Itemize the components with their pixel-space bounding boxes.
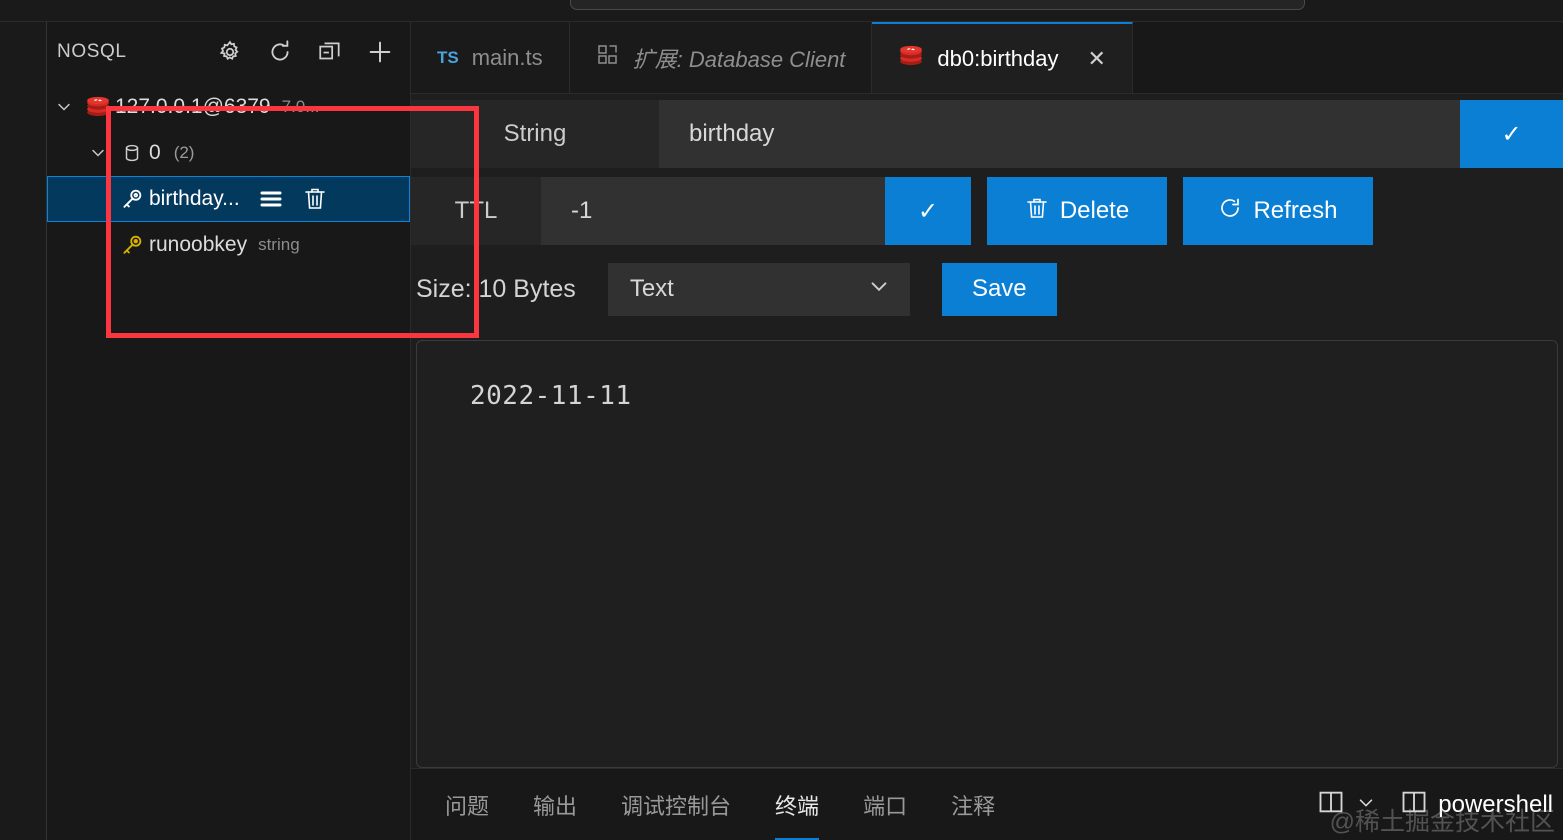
editor-tab-bar: TS main.ts 扩展: Database Client db0:birth… bbox=[411, 22, 1563, 94]
terminal-instance[interactable]: powershell bbox=[1399, 788, 1553, 821]
trash-icon bbox=[1025, 196, 1049, 227]
redis-icon bbox=[81, 94, 115, 120]
delete-button-label: Delete bbox=[1059, 197, 1130, 224]
tab-label: 扩展: Database Client bbox=[632, 46, 846, 72]
delete-button[interactable]: Delete bbox=[987, 177, 1167, 245]
redis-key-editor: String birthday ✓ TTL -1 ✓ Delete Refres… bbox=[411, 94, 1563, 768]
refresh-icon[interactable] bbox=[266, 38, 294, 66]
tree-item-key-birthday[interactable]: birthday... bbox=[47, 176, 410, 222]
split-panel-icon bbox=[1399, 788, 1429, 821]
ttl-label: TTL bbox=[411, 177, 541, 245]
redis-icon bbox=[898, 43, 924, 75]
vscode-window: NOSQL 127.0.0.1@6379 7.0... 0 (2) birthd… bbox=[0, 0, 1563, 840]
tab-db0-birthday[interactable]: db0:birthday ✕ bbox=[872, 22, 1133, 93]
tree-item-label: 0 bbox=[149, 141, 161, 164]
panel-tab-terminal[interactable]: 终端 bbox=[775, 769, 820, 840]
tab-main-ts[interactable]: TS main.ts bbox=[411, 22, 570, 93]
split-terminal-dropdown[interactable] bbox=[1316, 788, 1377, 821]
size-label: Size: 10 Bytes bbox=[416, 274, 576, 303]
tree-item-count: (2) bbox=[173, 143, 195, 162]
tree-item-description: 7.0... bbox=[281, 97, 320, 116]
tree-item-label: 127.0.0.1@6379 bbox=[115, 95, 271, 118]
chevron-down-icon bbox=[1355, 791, 1377, 818]
chevron-down-icon bbox=[866, 273, 892, 306]
ttl-input[interactable]: -1 bbox=[541, 177, 885, 245]
panel-actions: powershell bbox=[1316, 788, 1563, 821]
panel-tab-debug-console[interactable]: 调试控制台 bbox=[621, 769, 731, 840]
terminal-name: powershell bbox=[1438, 790, 1553, 818]
panel-tab-problems[interactable]: 问题 bbox=[445, 769, 489, 840]
activity-bar[interactable] bbox=[0, 22, 47, 840]
tab-label: main.ts bbox=[471, 44, 543, 70]
key-icon bbox=[115, 186, 149, 212]
tree-item-key-runoobkey[interactable]: runoobkey string bbox=[47, 222, 410, 268]
key-name-input[interactable]: birthday bbox=[659, 100, 1460, 168]
chevron-down-icon[interactable] bbox=[47, 97, 81, 117]
sidebar-header: NOSQL bbox=[47, 22, 410, 82]
split-panel-icon bbox=[1316, 788, 1346, 821]
value-text[interactable]: 2022-11-11 bbox=[470, 381, 1557, 411]
tree-item-database[interactable]: 0 (2) bbox=[47, 130, 410, 176]
extensions-icon bbox=[596, 43, 620, 73]
panel-tab-comments[interactable]: 注释 bbox=[951, 769, 995, 840]
tree-item-actions bbox=[257, 185, 329, 213]
panel-tab-output[interactable]: 输出 bbox=[533, 769, 577, 840]
key-confirm-button[interactable]: ✓ bbox=[1460, 100, 1563, 168]
ttl-confirm-button[interactable]: ✓ bbox=[885, 177, 971, 245]
typescript-icon: TS bbox=[437, 47, 459, 67]
editor-area: TS main.ts 扩展: Database Client db0:birth… bbox=[411, 22, 1563, 840]
nosql-sidebar: NOSQL 127.0.0.1@6379 7.0... 0 (2) birthd… bbox=[47, 22, 479, 840]
chevron-down-icon[interactable] bbox=[81, 143, 115, 163]
refresh-icon bbox=[1218, 196, 1242, 227]
database-icon bbox=[115, 142, 149, 164]
size-row: Size: 10 Bytes Text Save bbox=[411, 259, 1563, 319]
key-row: String birthday ✓ bbox=[411, 100, 1563, 168]
trash-icon[interactable] bbox=[301, 185, 329, 213]
tab-database-client[interactable]: 扩展: Database Client bbox=[569, 22, 873, 93]
list-icon[interactable] bbox=[257, 185, 285, 213]
refresh-button-label: Refresh bbox=[1253, 197, 1338, 224]
tree-item-description: string bbox=[258, 235, 300, 254]
key-type-label: String bbox=[411, 100, 659, 168]
save-button[interactable]: Save bbox=[941, 262, 1057, 316]
tree-item-label: birthday... bbox=[149, 187, 240, 210]
settings-icon[interactable] bbox=[216, 38, 244, 66]
sidebar-actions bbox=[216, 38, 394, 66]
panel-tab-list: 问题 输出 调试控制台 终端 端口 注释 bbox=[445, 769, 995, 840]
sidebar-title: NOSQL bbox=[57, 41, 127, 62]
tree-item-label: runoobkey bbox=[149, 233, 248, 256]
collapse-all-icon[interactable] bbox=[316, 38, 344, 66]
view-mode-select[interactable]: Text bbox=[607, 262, 910, 316]
bottom-panel: 问题 输出 调试控制台 终端 端口 注释 powershell @稀土掘金技术社… bbox=[411, 768, 1563, 840]
ttl-row: TTL -1 ✓ Delete Refresh bbox=[411, 177, 1563, 245]
panel-tab-ports[interactable]: 端口 bbox=[863, 769, 907, 840]
workbench-body: NOSQL 127.0.0.1@6379 7.0... 0 (2) birthd… bbox=[0, 22, 1563, 840]
title-bar-strip bbox=[0, 0, 1563, 22]
command-center[interactable] bbox=[570, 0, 1305, 10]
tree-item-connection[interactable]: 127.0.0.1@6379 7.0... bbox=[47, 84, 410, 130]
key-icon bbox=[115, 232, 149, 258]
value-editor[interactable]: 2022-11-11 bbox=[416, 340, 1558, 768]
close-icon[interactable]: ✕ bbox=[1088, 47, 1106, 70]
refresh-button[interactable]: Refresh bbox=[1183, 177, 1373, 245]
tab-label: db0:birthday bbox=[937, 45, 1059, 71]
view-mode-value: Text bbox=[629, 275, 674, 302]
add-icon[interactable] bbox=[366, 38, 394, 66]
connection-tree: 127.0.0.1@6379 7.0... 0 (2) birthday... … bbox=[47, 82, 410, 268]
